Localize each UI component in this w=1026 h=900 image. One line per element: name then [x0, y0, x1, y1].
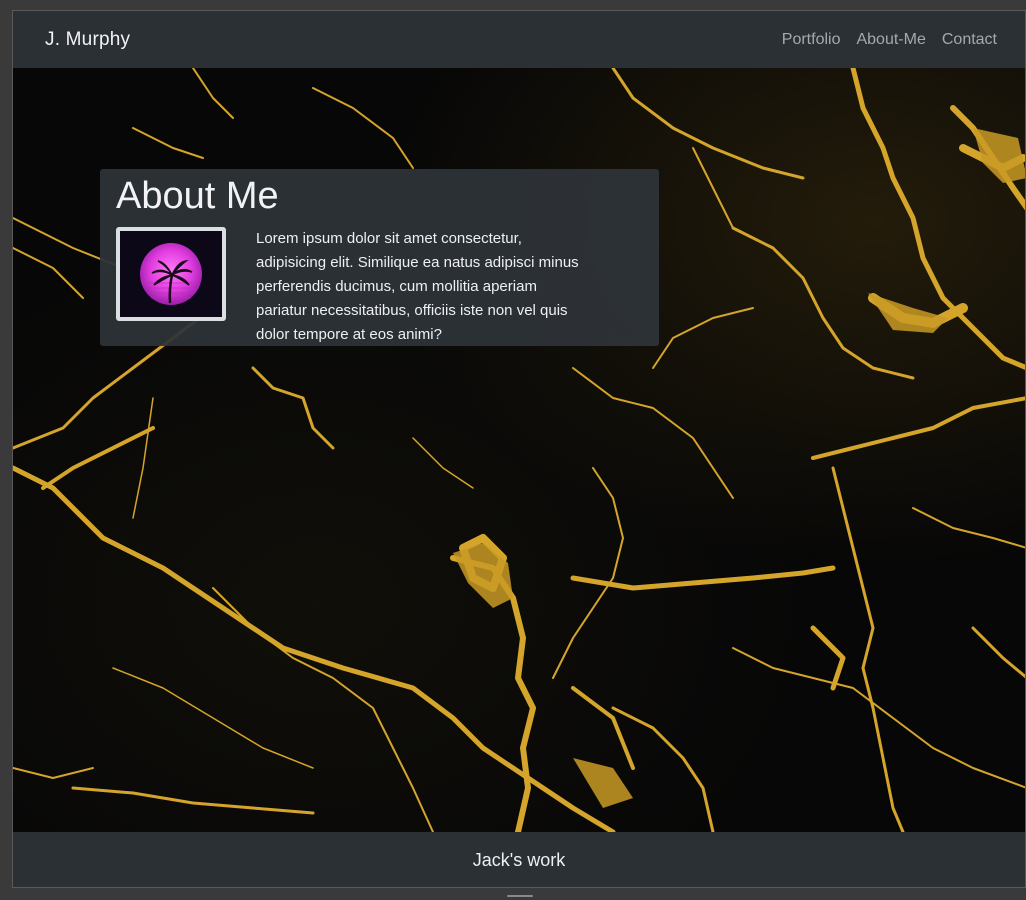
footer: Jack's work [13, 832, 1025, 887]
avatar [116, 227, 226, 321]
brand-link[interactable]: J. Murphy [45, 29, 130, 51]
about-me-body: Lorem ipsum dolor sit amet consectetur, … [116, 227, 643, 347]
nav-link-about-me[interactable]: About-Me [856, 31, 925, 49]
about-me-text: Lorem ipsum dolor sit amet consectetur, … [256, 230, 579, 343]
browser-viewport: J. Murphy Portfolio About-Me Contact Abo… [12, 10, 1026, 888]
about-me-title: About Me [116, 175, 279, 217]
nav-links: Portfolio About-Me Contact [782, 31, 997, 49]
marble-background: About Me Lorem ipsum dolor sit amet cons… [13, 68, 1025, 832]
nav-link-contact[interactable]: Contact [942, 31, 997, 49]
about-me-card: About Me Lorem ipsum dolor sit amet cons… [100, 169, 659, 346]
footer-text: Jack's work [472, 850, 566, 870]
nav-link-portfolio[interactable]: Portfolio [782, 31, 841, 49]
palm-tree-sunset-icon [140, 243, 202, 305]
resize-handle[interactable] [507, 895, 533, 897]
navbar: J. Murphy Portfolio About-Me Contact [13, 11, 1025, 68]
